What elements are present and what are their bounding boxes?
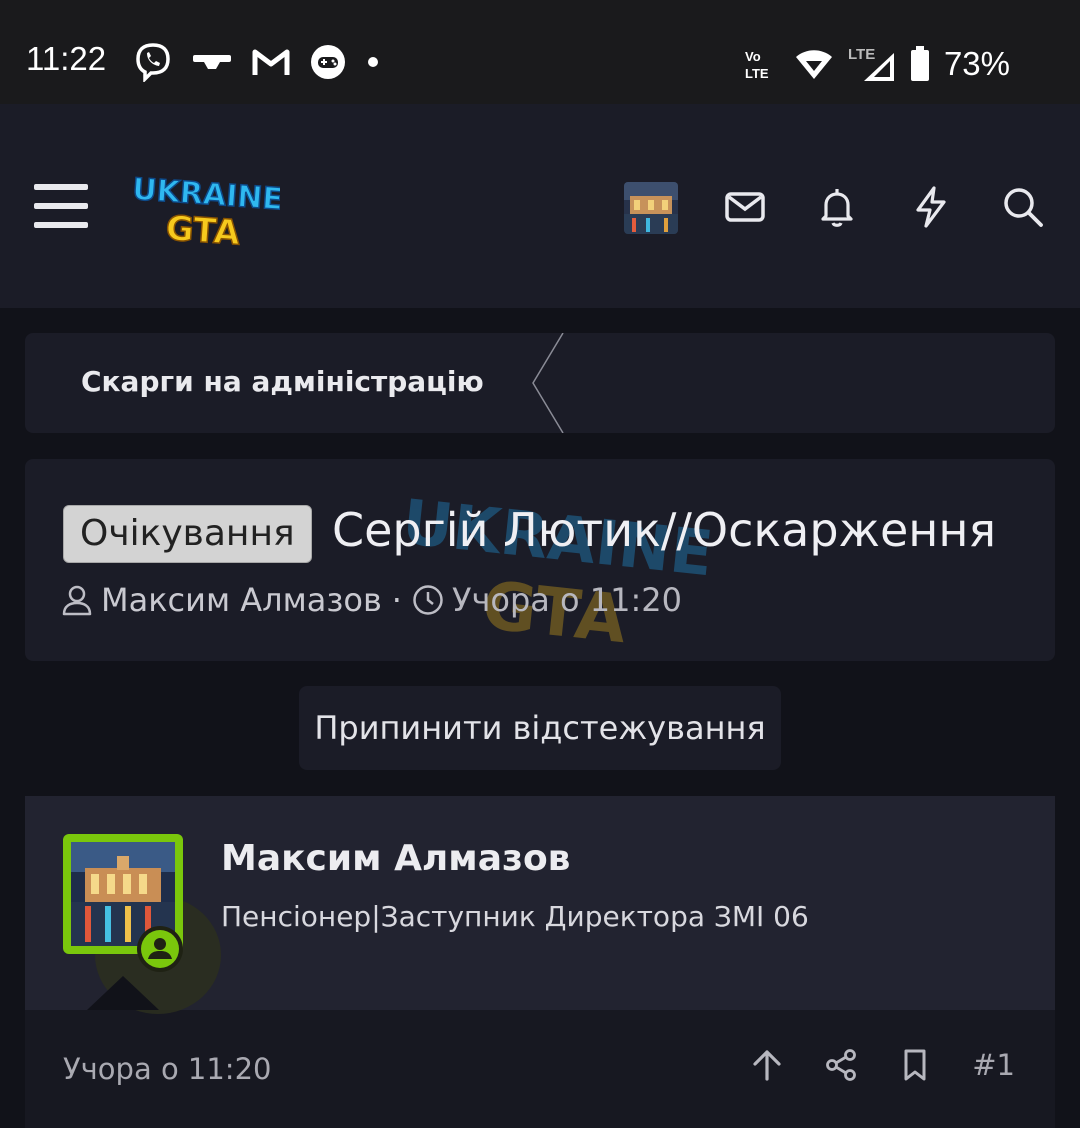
system-icons: Vo LTE LTE 73% — [744, 42, 1010, 86]
battery-percent: 73% — [943, 45, 1010, 82]
site-logo[interactable]: UKRAINE GTA — [128, 168, 280, 250]
breadcrumb-link[interactable]: Скарги на адміністрацію — [81, 365, 484, 398]
wifi-icon — [795, 50, 832, 79]
game-controller-icon — [311, 45, 345, 79]
hamburger-icon[interactable] — [34, 184, 88, 228]
user-icon — [62, 585, 92, 616]
thread-date[interactable]: Учора о 11:20 — [452, 581, 682, 619]
lte-signal-icon: LTE — [848, 46, 894, 81]
svg-text:LTE: LTE — [848, 46, 875, 63]
post-actions: #1 — [750, 1048, 1015, 1082]
notification-icons — [134, 40, 380, 84]
clock-icon — [413, 585, 443, 615]
search-icon[interactable] — [1002, 186, 1044, 228]
mail-icon[interactable] — [724, 186, 766, 228]
thread-author[interactable]: Максим Алмазов — [101, 581, 382, 619]
viber-icon — [136, 43, 170, 82]
thread-prefix-badge[interactable]: Очікування — [63, 505, 312, 563]
site-header: UKRAINE GTA — [0, 104, 1080, 308]
thread-title: Сергій Лютик//Оскарження — [332, 503, 997, 557]
drone-icon — [193, 55, 231, 69]
volte-icon: Vo LTE — [745, 49, 769, 81]
meta-separator: · — [391, 581, 402, 619]
post-author[interactable]: Максим Алмазов — [221, 838, 570, 879]
status-bar: 11:22 Vo LTE LTE 73% — [0, 0, 1080, 104]
status-time: 11:22 — [26, 40, 107, 77]
online-status-icon — [137, 926, 183, 972]
svg-text:LTE: LTE — [745, 66, 769, 81]
breadcrumb: Скарги на адміністрацію — [25, 333, 1055, 433]
thread-header: UKRAINE GTA Очікування Сергій Лютик//Оск… — [25, 459, 1055, 661]
post-number[interactable]: #1 — [972, 1048, 1015, 1082]
svg-text:GTA: GTA — [164, 208, 241, 250]
gmail-icon — [252, 49, 290, 75]
unwatch-button[interactable]: Припинити відстежування — [299, 686, 781, 770]
bookmark-icon[interactable] — [898, 1048, 932, 1082]
arrow-up-icon[interactable] — [750, 1048, 784, 1082]
post: Максим Алмазов Пенсіонер|Заступник Дирек… — [25, 796, 1055, 1128]
post-user-title: Пенсіонер|Заступник Директора ЗМІ 06 — [221, 900, 809, 933]
svg-text:Vo: Vo — [745, 49, 761, 64]
dot-icon — [368, 57, 378, 67]
bell-icon[interactable] — [816, 186, 858, 228]
battery-icon — [910, 46, 929, 81]
post-user-header: Максим Алмазов Пенсіонер|Заступник Дирек… — [25, 796, 1055, 1014]
user-avatar[interactable] — [624, 182, 678, 234]
post-date[interactable]: Учора о 11:20 — [63, 1052, 271, 1086]
thread-meta: Максим Алмазов · Учора о 11:20 — [61, 581, 682, 619]
share-icon[interactable] — [824, 1048, 858, 1082]
breadcrumb-chevron-icon — [532, 333, 564, 433]
lightning-icon[interactable] — [910, 186, 952, 228]
